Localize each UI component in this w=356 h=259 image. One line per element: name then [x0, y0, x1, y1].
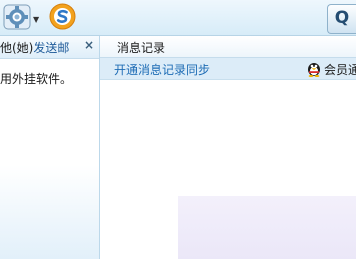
sync-bar: 开通消息记录同步 会员通: [100, 58, 356, 80]
left-panel-header: 他(她)发送邮 ×: [0, 36, 99, 59]
chevron-down-icon: ▼: [33, 15, 40, 24]
gear-icon: [3, 4, 31, 30]
history-content-area: [178, 196, 356, 259]
toolbar: ▼ Q: [0, 0, 356, 36]
vip-link[interactable]: 会员通: [324, 61, 356, 78]
enable-sync-link[interactable]: 开通消息记录同步: [114, 61, 210, 78]
search-button[interactable]: Q: [327, 4, 356, 34]
sogou-button[interactable]: [49, 3, 76, 30]
recipient-prefix: 他(她): [0, 41, 34, 55]
gear-menu-button[interactable]: ▼: [3, 4, 39, 30]
message-history-panel: 消息记录 开通消息记录同步 会员通: [100, 36, 356, 259]
left-header-text: 他(她)发送邮: [0, 39, 69, 56]
send-mail-link[interactable]: 发送邮: [33, 41, 69, 55]
qq-penguin-icon: [308, 63, 320, 77]
tab-message-history-label: 消息记录: [117, 41, 166, 55]
left-panel: 他(她)发送邮 × 用外挂软件。: [0, 36, 100, 259]
left-panel-notice: 用外挂软件。: [0, 72, 73, 86]
search-q-icon: Q: [334, 8, 350, 28]
tab-message-history[interactable]: 消息记录: [100, 36, 356, 58]
close-icon[interactable]: ×: [84, 38, 94, 52]
sogou-s-icon: [49, 3, 76, 30]
